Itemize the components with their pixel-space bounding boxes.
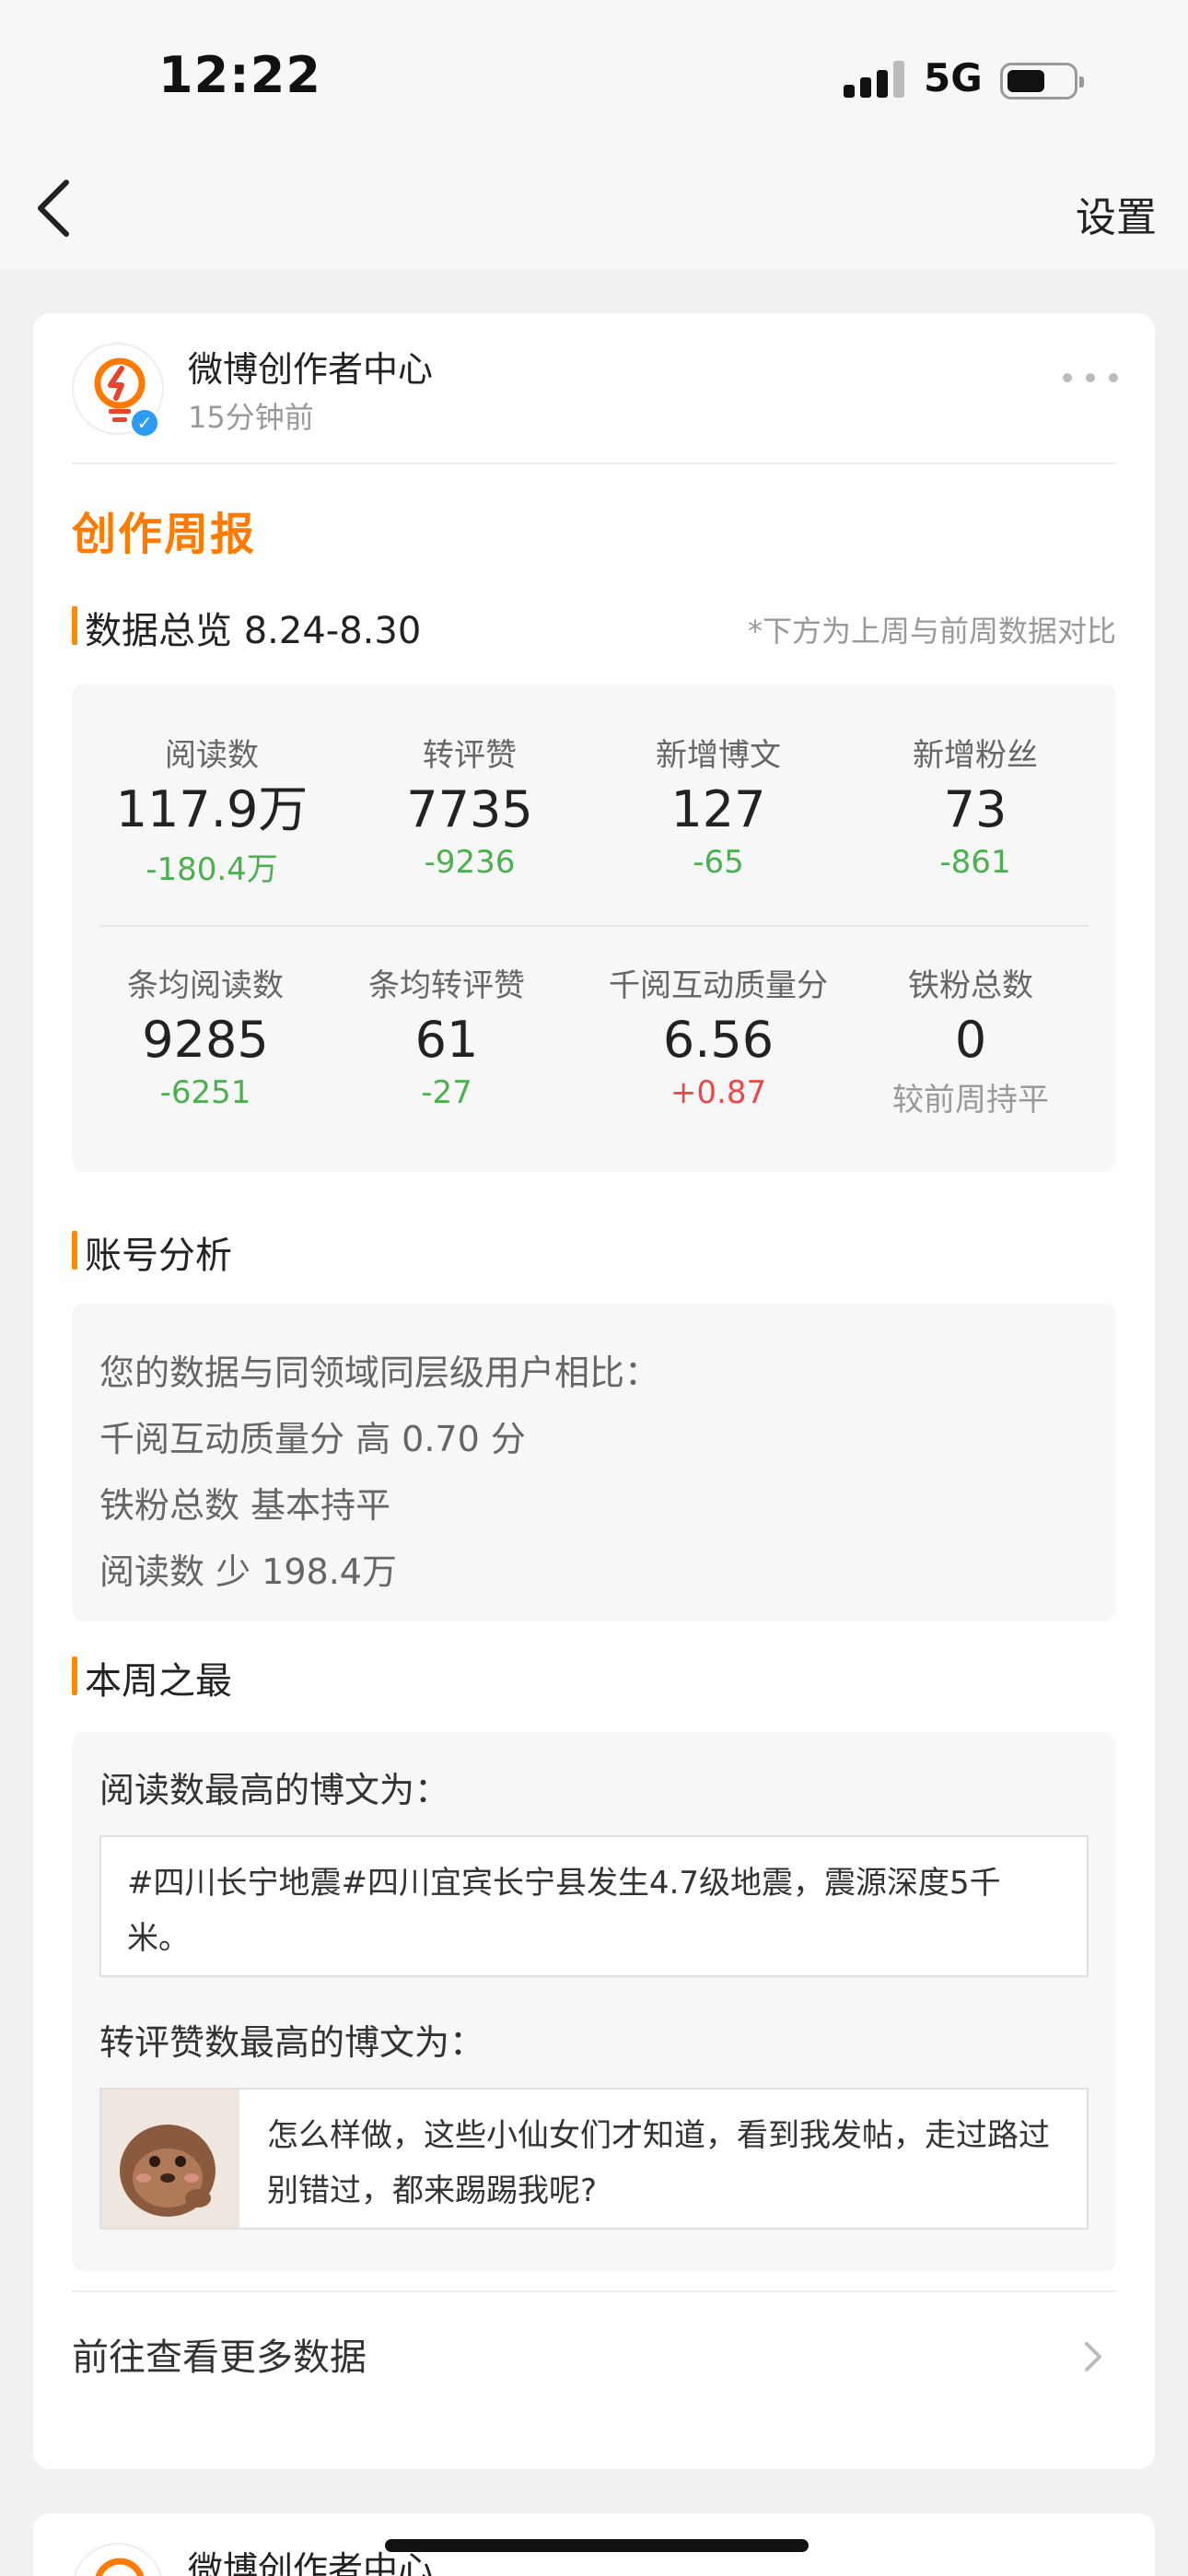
- view-more-data-link[interactable]: 前往查看更多数据: [72, 2327, 367, 2381]
- stat-quality-score: 千阅互动质量分 6.56 +0.87: [566, 960, 870, 1117]
- stat-label: 千阅互动质量分: [609, 967, 828, 1004]
- stat-diff: -27: [421, 1074, 472, 1111]
- stat-value: 73: [943, 780, 1007, 838]
- stat-value: 0: [954, 1011, 987, 1069]
- stat-value: 9285: [142, 1011, 269, 1069]
- stat-avg-interactions: 条均转评赞 61 -27: [313, 960, 580, 1117]
- stat-diff: -6251: [159, 1074, 251, 1111]
- stat-value: 6.56: [662, 1011, 775, 1069]
- status-time: 12:22: [158, 46, 321, 104]
- stat-label: 新增粉丝: [913, 737, 1038, 774]
- more-options-icon[interactable]: [1063, 369, 1118, 387]
- top-read-post-text: #四川长宁地震#四川宜宾长宁县发生4.7级地震，震源深度5千米。: [127, 1865, 1001, 1957]
- analysis-line: 您的数据与同领域同层级用户相比：: [99, 1352, 660, 1393]
- stat-value: 127: [670, 780, 766, 838]
- divider: [72, 2290, 1116, 2292]
- best-heading: 本周之最: [72, 1651, 232, 1704]
- stat-value: 117.9万: [115, 780, 309, 838]
- home-indicator[interactable]: [385, 2539, 809, 2552]
- stat-avg-reads: 条均阅读数 9285 -6251: [72, 960, 339, 1117]
- settings-button[interactable]: 设置: [1076, 184, 1157, 243]
- stat-label: 转评赞: [423, 737, 517, 774]
- status-bar: 12:22 5G: [0, 0, 1188, 147]
- stat-diff: -180.4万: [146, 851, 278, 888]
- verified-badge-icon: ✓: [129, 407, 160, 439]
- back-arrow-icon[interactable]: [28, 175, 83, 241]
- account-name[interactable]: 微博创作者中心: [188, 341, 433, 392]
- analysis-panel: 您的数据与同领域同层级用户相比： 千阅互动质量分 高 0.70 分 铁粉总数 基…: [72, 1303, 1116, 1622]
- stat-new-posts: 新增博文 127 -65: [594, 730, 843, 886]
- stat-value: 61: [414, 1011, 479, 1069]
- stat-label: 条均转评赞: [368, 967, 525, 1004]
- network-type: 5G: [924, 55, 983, 100]
- stat-diff: -65: [693, 844, 744, 881]
- post-time: 15分钟前: [188, 400, 314, 435]
- avatar[interactable]: [72, 2543, 164, 2576]
- post-thumbnail: [101, 2090, 239, 2228]
- cellular-signal-icon: [844, 61, 904, 98]
- top-interact-post[interactable]: 怎么样做，这些小仙女们才知道，看到我发帖，走过路过别错过，都来踢踢我呢?: [99, 2088, 1089, 2230]
- stat-label: 新增博文: [656, 737, 781, 774]
- stat-iron-fans: 铁粉总数 0 较前周持平: [837, 960, 1104, 1118]
- stat-new-followers: 新增粉丝 73 -861: [851, 730, 1100, 886]
- analysis-line: 阅读数 少 198.4万: [99, 1551, 397, 1592]
- overview-heading: 数据总览 8.24-8.30: [72, 601, 421, 654]
- stat-reads: 阅读数 117.9万 -180.4万: [87, 730, 336, 888]
- stat-diff: -9236: [424, 844, 516, 881]
- stat-diff: +0.87: [670, 1074, 767, 1111]
- overview-note: *下方为上周与前周数据对比: [747, 614, 1116, 649]
- divider: [72, 463, 1116, 464]
- analysis-heading: 账号分析: [72, 1225, 232, 1279]
- stat-label: 阅读数: [165, 737, 259, 774]
- battery-icon: [1000, 63, 1084, 100]
- analysis-line: 千阅互动质量分 高 0.70 分: [99, 1419, 526, 1459]
- stat-diff: -861: [939, 844, 1011, 881]
- top-interact-label: 转评赞数最高的博文为：: [99, 2022, 485, 2063]
- stat-label: 铁粉总数: [908, 967, 1033, 1004]
- top-interact-post-text: 怎么样做，这些小仙女们才知道，看到我发帖，走过路过别错过，都来踢踢我呢?: [267, 2117, 1050, 2209]
- stat-value: 7735: [406, 780, 533, 838]
- nav-bar: [0, 147, 1188, 269]
- top-read-post[interactable]: #四川长宁地震#四川宜宾长宁县发生4.7级地震，震源深度5千米。: [99, 1835, 1089, 1977]
- analysis-line: 铁粉总数 基本持平: [99, 1485, 391, 1526]
- stat-diff: 较前周持平: [892, 1082, 1049, 1118]
- stat-label: 条均阅读数: [127, 967, 284, 1004]
- divider: [99, 925, 1089, 927]
- top-read-label: 阅读数最高的博文为：: [99, 1770, 450, 1810]
- weekly-report-card: ✓ 微博创作者中心 15分钟前 创作周报 数据总览 8.24-8.30 *下方为…: [33, 313, 1155, 2469]
- stat-interactions: 转评赞 7735 -9236: [345, 730, 594, 886]
- chevron-right-icon[interactable]: [1079, 2335, 1107, 2379]
- best-panel: 阅读数最高的博文为： #四川长宁地震#四川宜宾长宁县发生4.7级地震，震源深度5…: [72, 1732, 1116, 2272]
- stats-overview: 阅读数 117.9万 -180.4万 转评赞 7735 -9236 新增博文 1…: [72, 684, 1116, 1172]
- report-title: 创作周报: [72, 509, 257, 560]
